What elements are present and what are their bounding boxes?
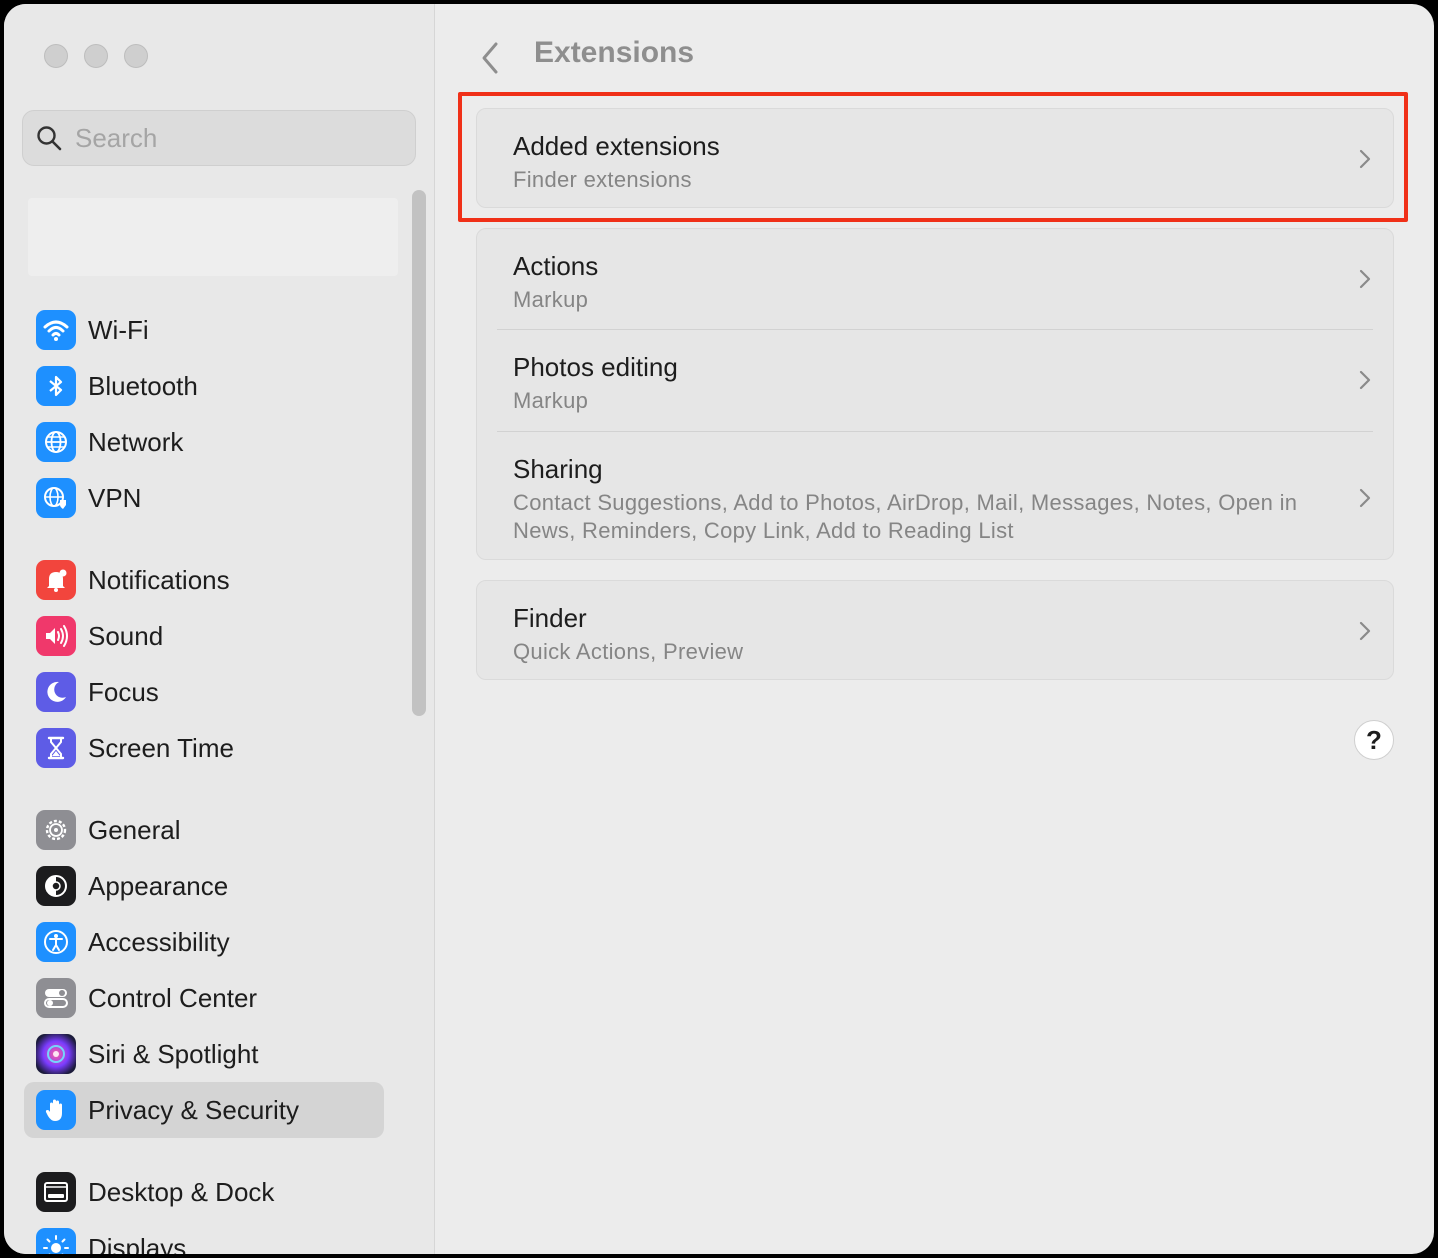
accessibility-icon — [36, 922, 76, 962]
dock-icon — [36, 1172, 76, 1212]
sidebar: Wi-Fi Bluetooth Network VPN — [4, 4, 435, 1254]
row-sharing[interactable]: Sharing Contact Suggestions, Add to Phot… — [477, 432, 1393, 560]
sidebar-item-general[interactable]: General — [24, 802, 384, 858]
row-photos-editing[interactable]: Photos editing Markup — [477, 330, 1393, 431]
bluetooth-icon — [36, 366, 76, 406]
sidebar-item-label: Accessibility — [88, 926, 230, 957]
extension-categories-card: Actions Markup Photos editing Markup Sha… — [476, 228, 1394, 560]
chevron-right-icon — [1359, 269, 1371, 289]
sidebar-item-sound[interactable]: Sound — [24, 608, 384, 664]
window-controls — [44, 44, 148, 68]
sidebar-item-label: Siri & Spotlight — [88, 1038, 259, 1069]
gear-icon — [36, 810, 76, 850]
toggles-icon — [36, 978, 76, 1018]
sidebar-item-displays[interactable]: Displays — [24, 1220, 384, 1254]
sidebar-item-privacy-security[interactable]: Privacy & Security — [24, 1082, 384, 1138]
sidebar-item-label: Appearance — [88, 870, 229, 901]
sidebar-item-label: Privacy & Security — [88, 1094, 299, 1125]
search-icon — [37, 126, 62, 151]
row-title: Finder — [513, 603, 587, 633]
row-subtitle: Finder extensions — [513, 167, 692, 192]
sidebar-item-label: Sound — [88, 620, 164, 651]
zoom-button[interactable] — [124, 44, 148, 68]
sidebar-item-network[interactable]: Network — [24, 414, 384, 470]
finder-card: Finder Quick Actions, Preview — [476, 580, 1394, 680]
sidebar-item-focus[interactable]: Focus — [24, 664, 384, 720]
sidebar-item-label: Wi-Fi — [88, 314, 149, 345]
speaker-icon — [36, 616, 76, 656]
row-title: Added extensions — [513, 131, 720, 161]
row-title: Actions — [513, 251, 599, 281]
sidebar-item-desktop-dock[interactable]: Desktop & Dock — [24, 1164, 384, 1220]
sidebar-item-accessibility[interactable]: Accessibility — [24, 914, 384, 970]
sidebar-item-bluetooth[interactable]: Bluetooth — [24, 358, 384, 414]
sidebar-item-label: Focus — [88, 676, 159, 707]
main-panel: Extensions Added extensions Finder exten… — [436, 4, 1434, 1254]
row-title: Photos editing — [513, 352, 678, 382]
chevron-right-icon — [1359, 621, 1371, 641]
appearance-icon — [36, 866, 76, 906]
close-button[interactable] — [44, 44, 68, 68]
sidebar-item-label: Screen Time — [88, 732, 234, 763]
sun-icon — [36, 1228, 76, 1254]
bell-icon — [36, 560, 76, 600]
sidebar-item-vpn[interactable]: VPN — [24, 470, 384, 526]
row-subtitle: Markup — [513, 287, 589, 312]
sidebar-item-screen-time[interactable]: Screen Time — [24, 720, 384, 776]
search-field[interactable] — [22, 110, 416, 166]
hourglass-icon — [36, 728, 76, 768]
globe-icon — [36, 422, 76, 462]
sidebar-item-label: Network — [88, 426, 184, 457]
sidebar-item-label: VPN — [88, 482, 142, 513]
back-chevron-icon[interactable] — [476, 38, 502, 78]
search-input[interactable] — [75, 122, 375, 154]
sidebar-item-notifications[interactable]: Notifications — [24, 552, 384, 608]
siri-icon — [36, 1034, 76, 1074]
sidebar-item-label: General — [88, 814, 181, 845]
added-extensions-card: Added extensions Finder extensions — [476, 108, 1394, 208]
hand-icon — [36, 1090, 76, 1130]
sidebar-item-label: Notifications — [88, 564, 230, 595]
row-subtitle: Markup — [513, 388, 589, 413]
sidebar-item-label: Displays — [88, 1232, 187, 1255]
row-finder[interactable]: Finder Quick Actions, Preview — [477, 581, 1393, 679]
row-title: Sharing — [513, 454, 603, 484]
sidebar-item-appearance[interactable]: Appearance — [24, 858, 384, 914]
sidebar-item-label: Desktop & Dock — [88, 1176, 275, 1207]
row-subtitle: Quick Actions, Preview — [513, 639, 744, 664]
sidebar-item-control-center[interactable]: Control Center — [24, 970, 384, 1026]
sidebar-item-siri-spotlight[interactable]: Siri & Spotlight — [24, 1026, 384, 1082]
moon-icon — [36, 672, 76, 712]
minimize-button[interactable] — [84, 44, 108, 68]
sidebar-item-label: Control Center — [88, 982, 258, 1013]
row-actions[interactable]: Actions Markup — [477, 229, 1393, 329]
sidebar-item-wifi[interactable]: Wi-Fi — [24, 302, 384, 358]
help-button[interactable]: ? — [1354, 720, 1394, 760]
account-placeholder[interactable] — [28, 198, 398, 276]
wifi-icon — [36, 310, 76, 350]
chevron-right-icon — [1359, 370, 1371, 390]
page-title: Extensions — [534, 36, 695, 69]
vpn-globe-icon — [36, 478, 76, 518]
row-added-extensions[interactable]: Added extensions Finder extensions — [477, 109, 1393, 207]
sidebar-scrollbar[interactable] — [412, 190, 426, 716]
system-settings-window: Wi-Fi Bluetooth Network VPN — [4, 4, 1434, 1254]
sidebar-item-label: Bluetooth — [88, 370, 198, 401]
row-subtitle: Contact Suggestions, Add to Photos, AirD… — [513, 490, 1298, 543]
chevron-right-icon — [1359, 149, 1371, 169]
chevron-right-icon — [1359, 488, 1371, 508]
